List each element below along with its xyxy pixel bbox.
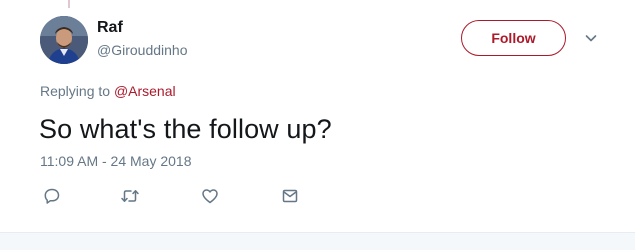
next-tweet-divider: [0, 232, 635, 250]
display-name[interactable]: Raf: [97, 18, 123, 38]
chevron-down-icon[interactable]: [583, 30, 599, 46]
tweet-text: So what's the follow up?: [39, 114, 332, 144]
reply-icon[interactable]: [42, 186, 62, 206]
heart-icon[interactable]: [200, 186, 220, 206]
retweet-icon[interactable]: [120, 186, 140, 206]
thread-connector-line: [68, 0, 70, 8]
envelope-icon[interactable]: [280, 186, 300, 206]
follow-button[interactable]: Follow: [461, 20, 566, 56]
avatar[interactable]: [40, 16, 88, 64]
replying-to-line: Replying to @Arsenal: [40, 82, 176, 100]
tweet-timestamp[interactable]: 11:09 AM - 24 May 2018: [40, 152, 192, 170]
replying-prefix: Replying to: [40, 83, 111, 99]
user-handle[interactable]: @Girouddinho: [97, 41, 188, 59]
replying-to-mention[interactable]: @Arsenal: [114, 83, 176, 99]
avatar-image: [40, 16, 88, 64]
